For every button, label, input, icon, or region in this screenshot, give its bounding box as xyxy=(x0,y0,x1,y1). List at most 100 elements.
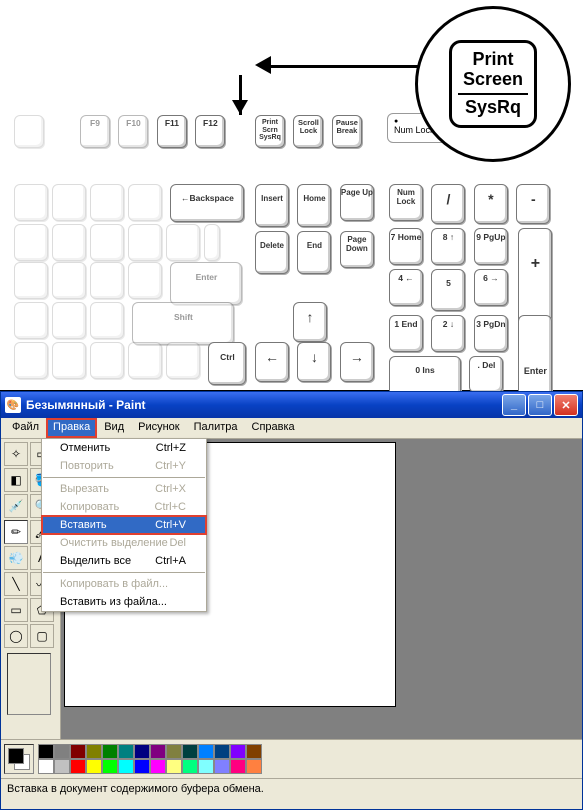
key-end: End xyxy=(297,231,331,274)
tool-airbrush[interactable]: 💨 xyxy=(4,546,28,570)
key-shift: Shift xyxy=(132,302,234,345)
color-swatch[interactable] xyxy=(38,759,54,774)
menu-paste[interactable]: ВставитьCtrl+V xyxy=(42,516,206,534)
key-np-3: 3 PgDn xyxy=(474,315,508,352)
key-arrow-up: ↑ xyxy=(293,302,327,342)
menu-pastefrom[interactable]: Вставить из файла... xyxy=(42,593,206,611)
status-text: Вставка в документ содержимого буфера об… xyxy=(7,783,264,795)
color-swatch[interactable] xyxy=(70,759,86,774)
menu-copyto[interactable]: Копировать в файл... xyxy=(42,575,206,593)
color-swatch[interactable] xyxy=(38,744,54,759)
callout-line1: Print xyxy=(472,50,513,70)
key-f12: F12 xyxy=(195,115,225,148)
color-swatch[interactable] xyxy=(118,759,134,774)
tool-line[interactable]: ╲ xyxy=(4,572,28,596)
key-delete: Delete xyxy=(255,231,289,274)
color-swatch[interactable] xyxy=(70,744,86,759)
color-swatch[interactable] xyxy=(182,759,198,774)
tool-eraser[interactable]: ◧ xyxy=(4,468,28,492)
menu-image[interactable]: Рисунок xyxy=(131,418,187,438)
maximize-button[interactable]: □ xyxy=(528,394,552,416)
tool-ellipse[interactable]: ◯ xyxy=(4,624,28,648)
foreground-color xyxy=(8,748,24,764)
arrow-down-head xyxy=(232,100,248,114)
color-swatch[interactable] xyxy=(246,759,262,774)
key-np-2: 2 ↓ xyxy=(431,315,465,352)
numpad: Num Lock / * - 7 Home 8 ↑ 9 PgUp + 4 ← 5… xyxy=(387,182,552,400)
close-button[interactable]: ✕ xyxy=(554,394,578,416)
menu-help[interactable]: Справка xyxy=(245,418,302,438)
statusbar: Вставка в документ содержимого буфера об… xyxy=(1,778,582,809)
color-swatch[interactable] xyxy=(214,759,230,774)
key-f11: F11 xyxy=(157,115,187,148)
key-arrow-left: ← xyxy=(255,342,289,382)
menu-file[interactable]: Файл xyxy=(5,418,46,438)
main-row-5: Ctrl xyxy=(12,340,248,387)
color-swatch[interactable] xyxy=(150,759,166,774)
tool-rectangle[interactable]: ▭ xyxy=(4,598,28,622)
arrow-up-cluster: ↑ xyxy=(291,300,329,344)
key-pageup: Page Up xyxy=(340,184,374,221)
color-swatch[interactable] xyxy=(102,744,118,759)
color-swatch[interactable] xyxy=(182,744,198,759)
key-np-subtract: - xyxy=(516,184,550,224)
tool-pencil[interactable]: ✏ xyxy=(4,520,28,544)
color-swatch[interactable] xyxy=(150,744,166,759)
color-swatch[interactable] xyxy=(166,744,182,759)
menu-palette[interactable]: Палитра xyxy=(187,418,245,438)
key-np-5: 5 xyxy=(431,269,465,311)
titlebar[interactable]: 🎨 Безымянный - Paint _ □ ✕ xyxy=(1,392,582,418)
menu-copy[interactable]: КопироватьCtrl+C xyxy=(42,498,206,516)
key-f10: F10 xyxy=(118,115,148,148)
color-swatch[interactable] xyxy=(230,744,246,759)
color-swatch[interactable] xyxy=(134,759,150,774)
key-printscreen: Print Scrn SysRq xyxy=(255,115,285,148)
minimize-button[interactable]: _ xyxy=(502,394,526,416)
menu-redo[interactable]: ПовторитьCtrl+Y xyxy=(42,457,206,475)
arrow-cluster: ← ↓ → xyxy=(253,340,376,384)
menubar: Файл Правка Вид Рисунок Палитра Справка xyxy=(1,418,582,439)
color-swatch[interactable] xyxy=(118,744,134,759)
key-np-divide: / xyxy=(431,184,465,224)
callout-key-printscreen: Print Screen SysRq xyxy=(449,40,537,128)
key-enter: Enter xyxy=(170,262,242,305)
color-swatch[interactable] xyxy=(134,744,150,759)
tool-roundrect[interactable]: ▢ xyxy=(30,624,54,648)
color-swatch[interactable] xyxy=(166,759,182,774)
key-home: Home xyxy=(297,184,331,227)
key-arrow-right: → xyxy=(340,342,374,382)
menu-undo[interactable]: ОтменитьCtrl+Z xyxy=(42,439,206,457)
current-colors[interactable] xyxy=(4,744,34,774)
tool-eyedropper[interactable]: 💉 xyxy=(4,494,28,518)
key-np-1: 1 End xyxy=(389,315,423,352)
color-swatch[interactable] xyxy=(198,759,214,774)
key-np-6: 6 → xyxy=(474,269,508,306)
color-swatch[interactable] xyxy=(54,744,70,759)
menu-clear[interactable]: Очистить выделениеDel xyxy=(42,534,206,552)
color-swatch[interactable] xyxy=(198,744,214,759)
fn-key-left-fragment xyxy=(12,113,46,150)
menu-selectall[interactable]: Выделить всеCtrl+A xyxy=(42,552,206,570)
menu-cut[interactable]: ВырезатьCtrl+X xyxy=(42,480,206,498)
main-row-2 xyxy=(12,222,222,263)
key-pausebreak: Pause Break xyxy=(332,115,362,148)
key-pagedown: Page Down xyxy=(340,231,374,268)
color-swatch[interactable] xyxy=(102,759,118,774)
color-swatch[interactable] xyxy=(86,744,102,759)
edit-dropdown-menu: ОтменитьCtrl+Z ПовторитьCtrl+Y ВырезатьC… xyxy=(41,438,207,612)
tool-options-panel[interactable] xyxy=(7,653,51,715)
key-insert: Insert xyxy=(255,184,289,227)
key-ctrl: Ctrl xyxy=(208,342,246,385)
fn-keys-f9-f12: F9 F10 F11 F12 xyxy=(78,113,227,150)
color-swatch[interactable] xyxy=(214,744,230,759)
colorbar xyxy=(1,739,582,778)
color-swatch[interactable] xyxy=(54,759,70,774)
color-swatch[interactable] xyxy=(230,759,246,774)
tool-freeform-select[interactable]: ✧ xyxy=(4,442,28,466)
menu-edit[interactable]: Правка xyxy=(46,418,97,438)
menu-view[interactable]: Вид xyxy=(97,418,131,438)
color-swatch[interactable] xyxy=(86,759,102,774)
callout-arrow xyxy=(245,20,445,120)
key-np-8: 8 ↑ xyxy=(431,228,465,265)
color-swatch[interactable] xyxy=(246,744,262,759)
